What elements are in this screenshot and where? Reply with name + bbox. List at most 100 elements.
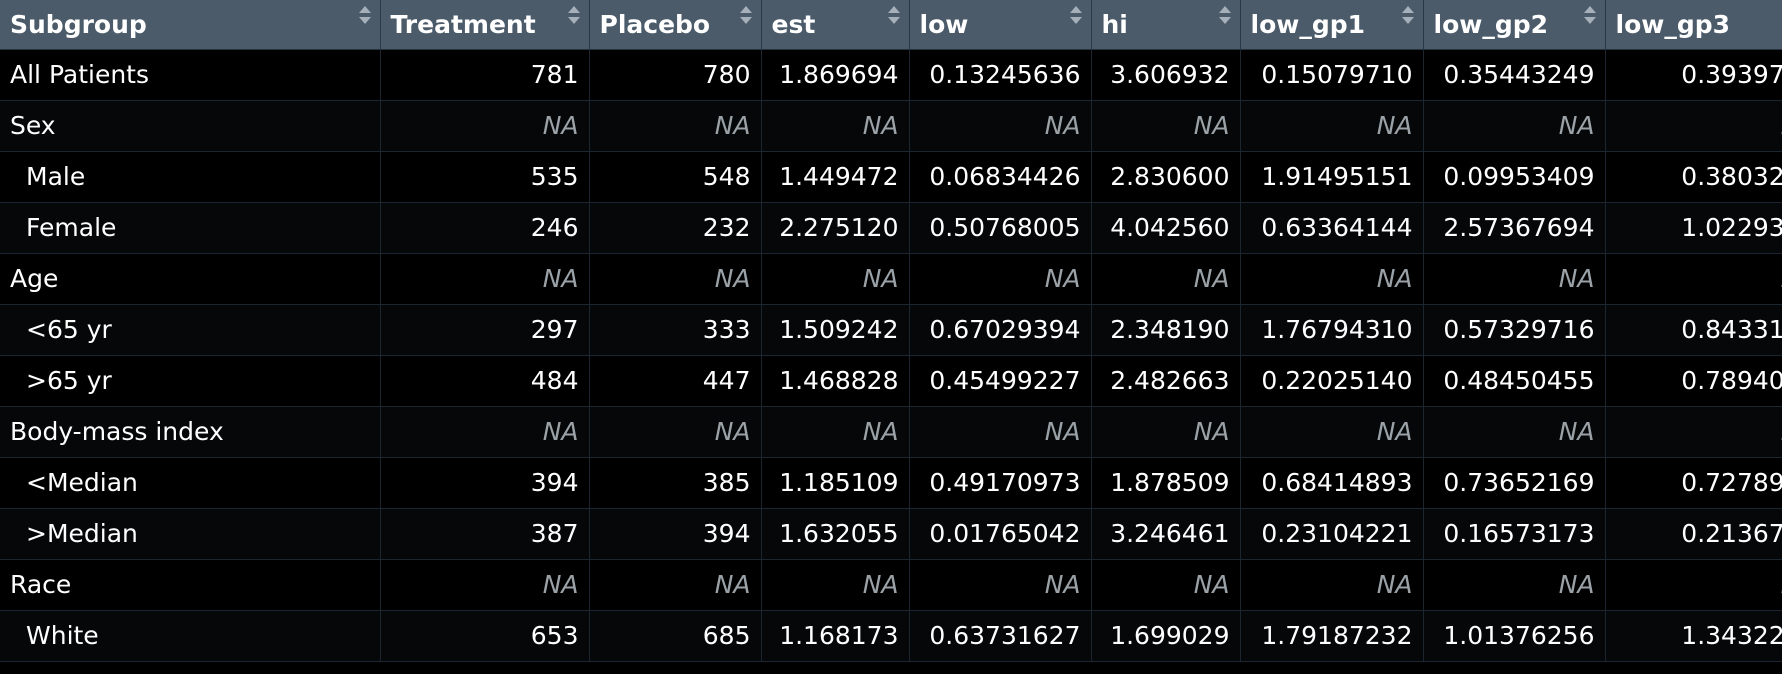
column-header-treatment[interactable]: Treatment: [380, 0, 590, 50]
column-header-hi[interactable]: hi: [1091, 0, 1241, 50]
table-cell-subgroup: <Median: [0, 457, 381, 509]
table-cell: 0.22025140: [1240, 355, 1424, 407]
table-cell: 1.79187232: [1240, 610, 1424, 662]
table-cell: 0.35443249: [1423, 49, 1606, 101]
table-cell: NA: [1605, 253, 1782, 305]
column-header-label: low_gp3: [1615, 9, 1731, 39]
table-cell: NA: [1091, 100, 1241, 152]
table-cell: 0.23104221: [1240, 508, 1424, 560]
sort-icon[interactable]: [1218, 6, 1231, 24]
table-cell: NA: [1240, 253, 1424, 305]
sort-icon[interactable]: [1583, 6, 1596, 24]
column-header-low-gp2[interactable]: low_gp2: [1423, 0, 1606, 50]
table-cell: 2.348190: [1091, 304, 1241, 356]
table-cell: 2.482663: [1091, 355, 1241, 407]
table-cell: NA: [380, 100, 590, 152]
table-cell: 0.48450455: [1423, 355, 1606, 407]
table-cell-subgroup: White: [0, 610, 381, 662]
table-cell: 0.3939730: [1605, 49, 1782, 101]
table-cell: NA: [1605, 406, 1782, 458]
table-cell: 1.878509: [1091, 457, 1241, 509]
table-cell: NA: [761, 100, 910, 152]
table-cell: 387: [380, 508, 590, 560]
table-cell: NA: [1423, 253, 1606, 305]
table-cell: 232: [589, 202, 762, 254]
table-cell: 0.67029394: [909, 304, 1092, 356]
table-row: RaceNANANANANANANANA: [0, 559, 1782, 611]
table-cell: NA: [1605, 100, 1782, 152]
table-row: Male 535 548 1.449472 0.06834426 2.830600 1.91…: [0, 151, 1782, 203]
table-cell: NA: [589, 100, 762, 152]
table-cell: 0.13245636: [909, 49, 1092, 101]
table-cell: NA: [1240, 100, 1424, 152]
table-cell: 781: [380, 49, 590, 101]
table-cell: 653: [380, 610, 590, 662]
column-header-low-gp3[interactable]: low_gp3: [1605, 0, 1782, 50]
table-cell: 0.73652169: [1423, 457, 1606, 509]
table-cell: NA: [1091, 406, 1241, 458]
table-cell: 0.49170973: [909, 457, 1092, 509]
sort-icon[interactable]: [567, 6, 580, 24]
table-cell: 1.185109: [761, 457, 910, 509]
table-cell: 297: [380, 304, 590, 356]
table-cell: 548: [589, 151, 762, 203]
table-cell: 0.57329716: [1423, 304, 1606, 356]
column-header-est[interactable]: est: [761, 0, 910, 50]
table-row: >65 yr 484 447 1.468828 0.45499227 2.482663 0.…: [0, 355, 1782, 407]
table-cell: 0.68414893: [1240, 457, 1424, 509]
table-cell: 0.09953409: [1423, 151, 1606, 203]
table-cell: 780: [589, 49, 762, 101]
table-cell: NA: [1091, 253, 1241, 305]
table-cell: 333: [589, 304, 762, 356]
column-header-placebo[interactable]: Placebo: [589, 0, 762, 50]
table-row: SexNANANANANANANANA: [0, 100, 1782, 152]
table-cell: 0.50768005: [909, 202, 1092, 254]
table-cell: 535: [380, 151, 590, 203]
table-cell: 394: [589, 508, 762, 560]
table-cell: 1.869694: [761, 49, 910, 101]
table-cell-subgroup: Race: [0, 559, 381, 611]
table-row: <Median 394 385 1.185109 0.49170973 1.878509 0…: [0, 457, 1782, 509]
table-cell: NA: [909, 100, 1092, 152]
table-cell-subgroup: Body-mass index: [0, 406, 381, 458]
table-cell: 385: [589, 457, 762, 509]
table-cell-subgroup: Male: [0, 151, 381, 203]
column-header-label: low_gp1: [1250, 9, 1366, 39]
table-cell: 1.0229365: [1605, 202, 1782, 254]
table-cell: 1.468828: [761, 355, 910, 407]
sort-icon[interactable]: [1069, 6, 1082, 24]
table-cell: NA: [589, 253, 762, 305]
table-cell: 1.449472: [761, 151, 910, 203]
table-cell: 1.632055: [761, 508, 910, 560]
column-header-low[interactable]: low: [909, 0, 1092, 50]
table-cell: NA: [909, 559, 1092, 611]
table-cell-subgroup: Female: [0, 202, 381, 254]
sort-icon[interactable]: [358, 6, 371, 24]
sort-icon[interactable]: [1401, 6, 1414, 24]
table-row: >Median 387 394 1.632055 0.01765042 3.246461 0…: [0, 508, 1782, 560]
column-header-label: Treatment: [390, 9, 536, 39]
table-cell: 2.57367694: [1423, 202, 1606, 254]
table-row: White 653 685 1.168173 0.63731627 1.699029 1.7…: [0, 610, 1782, 662]
table-cell: 1.168173: [761, 610, 910, 662]
table-cell: 0.63731627: [909, 610, 1092, 662]
column-header-low-gp1[interactable]: low_gp1: [1240, 0, 1424, 50]
column-header-subgroup[interactable]: Subgroup: [0, 0, 381, 50]
sort-icon[interactable]: [739, 6, 752, 24]
table-cell-subgroup: Sex: [0, 100, 381, 152]
table-cell: 2.830600: [1091, 151, 1241, 203]
table-cell: NA: [761, 253, 910, 305]
table-cell: 0.15079710: [1240, 49, 1424, 101]
table-cell-subgroup: Age: [0, 253, 381, 305]
table-cell: 3.606932: [1091, 49, 1241, 101]
table-cell: NA: [380, 559, 590, 611]
table-cell: NA: [909, 253, 1092, 305]
table-cell: NA: [1423, 559, 1606, 611]
table-body: All Patients 781 780 1.869694 0.13245636 3.60…: [0, 49, 1782, 662]
table-cell: NA: [589, 406, 762, 458]
sort-icon[interactable]: [887, 6, 900, 24]
table-row: Body-mass indexNANANANANANANANA: [0, 406, 1782, 458]
table-cell: NA: [380, 253, 590, 305]
table-cell: 0.8433183: [1605, 304, 1782, 356]
data-viewer: Subgroup Treatment Placebo est low hi lo…: [0, 0, 1782, 674]
